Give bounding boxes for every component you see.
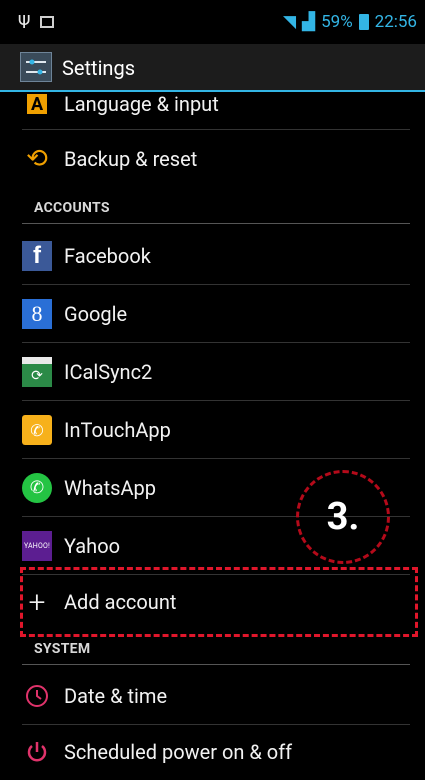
list-item-label: InTouchApp [64, 418, 171, 442]
clock-icon [22, 681, 52, 711]
step-annotation: 3. [296, 470, 390, 564]
power-icon [22, 737, 52, 767]
divider [22, 129, 410, 130]
language-icon: A [22, 89, 52, 119]
system-date-time[interactable]: Date & time [22, 668, 410, 724]
list-item-label: Backup & reset [64, 147, 198, 171]
list-item-backup[interactable]: ⟲ Backup & reset [22, 131, 410, 187]
list-item-label: Facebook [64, 244, 151, 268]
divider [22, 342, 410, 343]
list-item-label: Language & input [64, 92, 219, 116]
highlight-box [20, 567, 418, 637]
list-item-label: Google [64, 302, 128, 326]
list-item-label: WhatsApp [64, 476, 157, 500]
wifi-icon: ◥ [282, 12, 297, 32]
account-facebook[interactable]: f Facebook [22, 228, 410, 284]
section-accounts: ACCOUNTS [34, 200, 110, 216]
divider [22, 400, 410, 401]
calendar-icon: ⟳ [22, 357, 52, 387]
list-item-language[interactable]: A Language & input [22, 76, 410, 132]
list-item-label: ICalSync2 [64, 360, 153, 384]
system-scheduled-power[interactable]: Scheduled power on & off [22, 724, 410, 780]
battery-icon [358, 14, 369, 30]
list-item-label: Scheduled power on & off [64, 740, 293, 764]
divider [22, 458, 410, 459]
divider [22, 284, 410, 285]
google-icon: 8 [22, 299, 52, 329]
list-item-label: Yahoo [64, 534, 121, 558]
clock-time: 22:56 [374, 12, 417, 32]
image-notification-icon [40, 16, 54, 28]
battery-percent: 59% [321, 12, 353, 32]
account-intouchapp[interactable]: ✆ InTouchApp [22, 402, 410, 458]
status-right: ◥ ▟ 59% 22:56 [283, 12, 417, 32]
section-divider [22, 664, 410, 665]
section-divider [22, 223, 410, 224]
usb-icon: Ψ [18, 12, 31, 33]
account-icalsync2[interactable]: ⟳ ICalSync2 [22, 344, 410, 400]
facebook-icon: f [22, 241, 52, 271]
status-bar: Ψ ◥ ▟ 59% 22:56 [0, 0, 425, 44]
signal-icon: ▟ [302, 12, 316, 32]
account-google[interactable]: 8 Google [22, 286, 410, 342]
backup-icon: ⟲ [26, 144, 48, 174]
section-system: SYSTEM [34, 641, 91, 657]
yahoo-icon: YAHOO! [22, 531, 52, 561]
list-item-label: Date & time [64, 684, 168, 708]
step-label: 3. [326, 495, 360, 539]
whatsapp-icon: ✆ [22, 473, 52, 503]
intouchapp-icon: ✆ [22, 415, 52, 445]
